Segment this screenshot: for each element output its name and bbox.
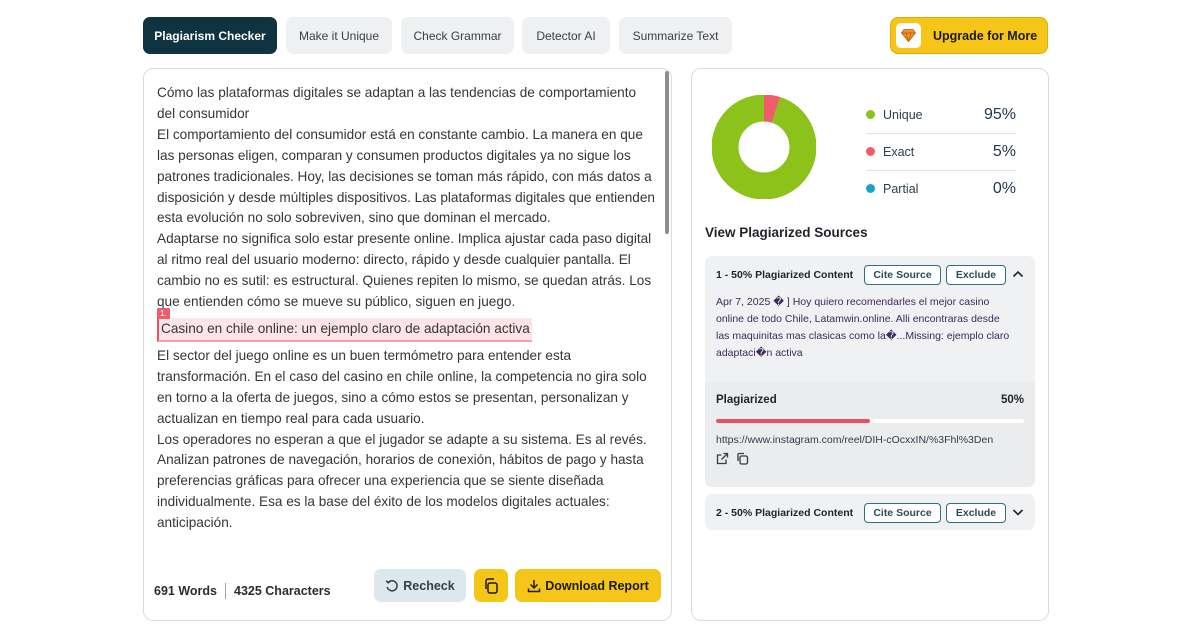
exact-dot <box>866 147 875 156</box>
source-title: 2 - 50% Plagiarized Content <box>716 507 854 519</box>
editor-paragraph: Los operadores no esperan a que el jugad… <box>157 431 647 531</box>
editor-scrollbar[interactable] <box>665 69 671 569</box>
recheck-button[interactable]: Recheck <box>374 569 466 602</box>
source-actions <box>716 452 750 466</box>
tab-check-grammar[interactable]: Check Grammar <box>401 17 514 54</box>
tab-detector-ai[interactable]: Detector AI <box>522 17 610 54</box>
cite-source-button[interactable]: Cite Source <box>864 503 941 523</box>
tab-plagiarism-checker[interactable]: Plagiarism Checker <box>143 17 277 54</box>
source-url[interactable]: https://www.instagram.com/reel/DIH-cOcxx… <box>716 434 1024 446</box>
upgrade-label: Upgrade for More <box>933 28 1038 43</box>
source-title: 1 - 50% Plagiarized Content <box>716 269 854 281</box>
editor-footer: 691 Words 4325 Characters Recheck Downlo <box>144 567 671 620</box>
source-card-2: 2 - 50% Plagiarized Content Cite Source … <box>705 494 1035 530</box>
legend-unique: Unique 95% <box>866 96 1016 133</box>
copy-link-icon[interactable] <box>736 452 750 466</box>
legend-exact: Exact 5% <box>866 133 1016 170</box>
external-link-icon[interactable] <box>716 452 730 466</box>
copy-icon <box>485 577 498 594</box>
stats-divider <box>225 583 226 599</box>
download-report-button[interactable]: Download Report <box>515 569 661 602</box>
exclude-button[interactable]: Exclude <box>946 265 1006 285</box>
source-snippet: Apr 7, 2025 � ] Hoy quiero recomendarles… <box>716 296 1010 359</box>
word-count: 691 Words <box>154 584 217 598</box>
editor-paragraph: Cómo las plataformas digitales se adapta… <box>157 85 637 121</box>
chevron-down-icon[interactable] <box>1011 505 1025 519</box>
legend-value: 0% <box>992 179 1016 197</box>
legend-label: Exact <box>883 144 915 159</box>
legend-label: Unique <box>883 107 923 122</box>
legend-partial: Partial 0% <box>866 170 1016 207</box>
scrollbar-thumb[interactable] <box>665 71 669 234</box>
download-label: Download Report <box>545 578 649 593</box>
exclude-button[interactable]: Exclude <box>946 503 1006 523</box>
editor-paragraph: El comportamiento del consumidor está en… <box>157 126 655 226</box>
source-card-1: 1 - 50% Plagiarized Content Cite Source … <box>705 256 1035 487</box>
text-editor-panel: Cómo las plataformas digitales se adapta… <box>143 68 672 621</box>
plagiarized-highlight[interactable]: 1. Casino en chile online: un ejemplo cl… <box>157 307 657 342</box>
source-card-footer: Plagiarized 50% https://www.instagram.co… <box>705 382 1035 487</box>
donut-slice-unique <box>712 95 816 199</box>
download-icon <box>528 579 541 592</box>
highlighted-text[interactable]: Casino en chile online: un ejemplo claro… <box>157 317 532 342</box>
tab-summarize-text[interactable]: Summarize Text <box>619 17 732 54</box>
editor-paragraph: Adaptarse no significa solo estar presen… <box>157 231 652 310</box>
legend-label: Partial <box>883 181 919 196</box>
plagiarized-label: Plagiarized <box>716 394 777 406</box>
copy-button[interactable] <box>474 569 508 602</box>
plagiarism-donut-chart <box>712 95 816 199</box>
upgrade-button[interactable]: Upgrade for More <box>890 17 1048 54</box>
diamond-icon <box>896 23 921 48</box>
partial-dot <box>866 184 875 193</box>
editor-paragraph: El sector del juego online es un buen te… <box>157 347 647 426</box>
plagiarized-progress-fill <box>716 419 870 423</box>
cite-source-button[interactable]: Cite Source <box>864 265 941 285</box>
tab-make-it-unique[interactable]: Make it Unique <box>286 17 392 54</box>
legend-value: 95% <box>983 105 1016 123</box>
chevron-up-icon[interactable] <box>1011 267 1025 281</box>
sources-heading: View Plagiarized Sources <box>705 225 868 240</box>
results-panel: Unique 95% Exact 5% Partial 0% View Plag… <box>691 68 1049 621</box>
plagiarized-progress <box>716 419 1024 423</box>
refresh-icon <box>385 579 399 592</box>
text-editor[interactable]: Cómo las plataformas digitales se adapta… <box>157 83 657 557</box>
text-stats: 691 Words 4325 Characters <box>154 580 331 602</box>
recheck-label: Recheck <box>403 578 455 593</box>
source-card-header[interactable]: 1 - 50% Plagiarized Content Cite Source … <box>705 256 1035 292</box>
character-count: 4325 Characters <box>234 584 331 598</box>
unique-dot <box>866 110 875 119</box>
match-number-badge: 1. <box>157 307 170 319</box>
plagiarized-percent: 50% <box>1000 394 1024 406</box>
source-card-header[interactable]: 2 - 50% Plagiarized Content Cite Source … <box>705 494 1035 530</box>
legend-value: 5% <box>992 142 1016 160</box>
